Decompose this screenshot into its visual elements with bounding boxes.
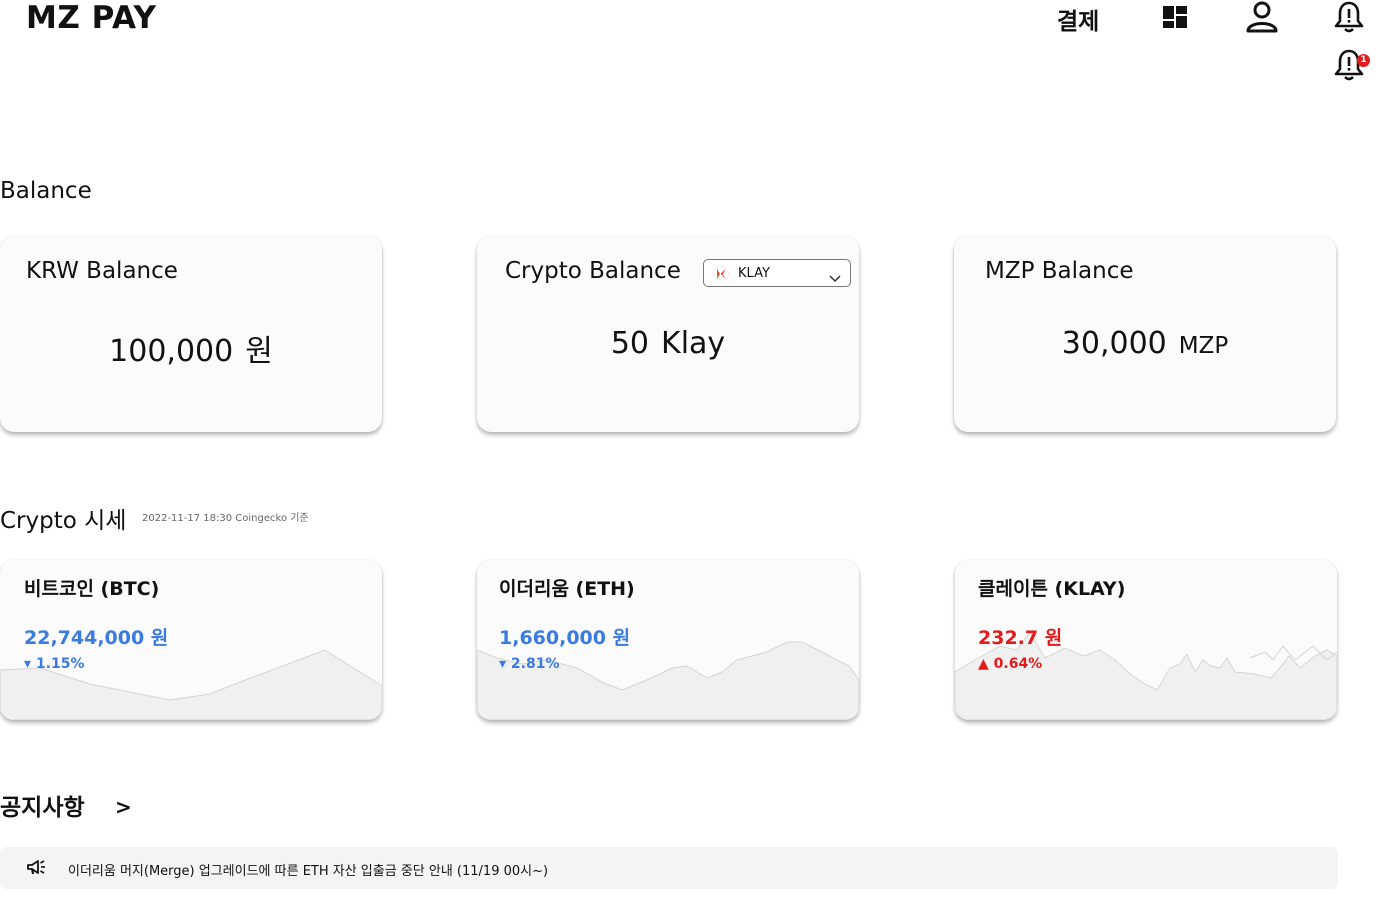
- coin-change: ▲ 0.64%: [978, 656, 1043, 672]
- crypto-unit: Klay: [661, 326, 726, 361]
- crypto-balance-title: Crypto Balance: [505, 258, 681, 284]
- crypto-balance-card: Crypto Balance KLAY 50 Klay: [477, 236, 859, 432]
- coin-price: 22,744,000 원: [24, 627, 169, 649]
- notice-item[interactable]: 이더리움 머지(Merge) 업그레이드에 따른 ETH 자산 입출금 중단 안…: [0, 847, 1338, 889]
- chevron-down-icon: [829, 268, 841, 287]
- coin-name: 이더리움 (ETH): [499, 578, 635, 600]
- market-section-title: Crypto 시세: [0, 508, 127, 534]
- dashboard-icon[interactable]: [1162, 5, 1188, 33]
- mzp-balance-title: MZP Balance: [985, 258, 1134, 284]
- market-timestamp: 2022-11-17 18:30 Coingecko 기준: [142, 513, 309, 524]
- price-card-klay[interactable]: 클레이튼 (KLAY) 232.7 원 ▲ 0.64%: [955, 560, 1337, 720]
- coin-price: 232.7 원: [978, 627, 1063, 649]
- notification-bell-icon[interactable]: 1: [1334, 48, 1370, 86]
- krw-balance-card: KRW Balance 100,000 원: [0, 236, 382, 432]
- krw-balance-value: 100,000 원: [0, 326, 382, 370]
- krw-unit: 원: [245, 334, 273, 369]
- krw-amount: 100,000: [109, 334, 234, 369]
- coin-change: ▾ 2.81%: [499, 656, 560, 672]
- mzp-unit: MZP: [1178, 333, 1229, 359]
- balance-section-title: Balance: [0, 178, 92, 204]
- notice-text: 이더리움 머지(Merge) 업그레이드에 따른 ETH 자산 입출금 중단 안…: [68, 864, 549, 879]
- nav-payment[interactable]: 결제: [1057, 2, 1099, 36]
- notice-more-link[interactable]: >: [115, 795, 132, 819]
- price-card-eth[interactable]: 이더리움 (ETH) 1,660,000 원 ▾ 2.81%: [477, 560, 859, 720]
- klay-coin-icon: [713, 266, 729, 286]
- coin-name: 비트코인 (BTC): [24, 578, 160, 600]
- mzp-balance-card: MZP Balance 30,000 MZP: [954, 236, 1336, 432]
- user-icon[interactable]: [1245, 1, 1279, 37]
- price-card-btc[interactable]: 비트코인 (BTC) 22,744,000 원 ▾ 1.15%: [0, 560, 382, 720]
- mzp-amount: 30,000: [1061, 326, 1167, 361]
- megaphone-icon: [26, 859, 48, 881]
- krw-balance-title: KRW Balance: [26, 258, 178, 284]
- notice-section-title: 공지사항: [0, 795, 85, 821]
- mzp-balance-value: 30,000 MZP: [954, 326, 1336, 361]
- bell-alert-icon[interactable]: [1334, 0, 1364, 38]
- notification-badge: 1: [1357, 54, 1370, 67]
- coin-change: ▾ 1.15%: [24, 656, 85, 672]
- coin-name: 클레이튼 (KLAY): [978, 578, 1126, 600]
- crypto-amount: 50: [610, 326, 650, 361]
- crypto-balance-value: 50 Klay: [477, 326, 859, 361]
- app-logo[interactable]: MZ PAY: [26, 0, 156, 36]
- selected-coin-label: KLAY: [738, 266, 770, 281]
- coin-select-dropdown[interactable]: KLAY: [703, 259, 851, 287]
- coin-price: 1,660,000 원: [499, 627, 631, 649]
